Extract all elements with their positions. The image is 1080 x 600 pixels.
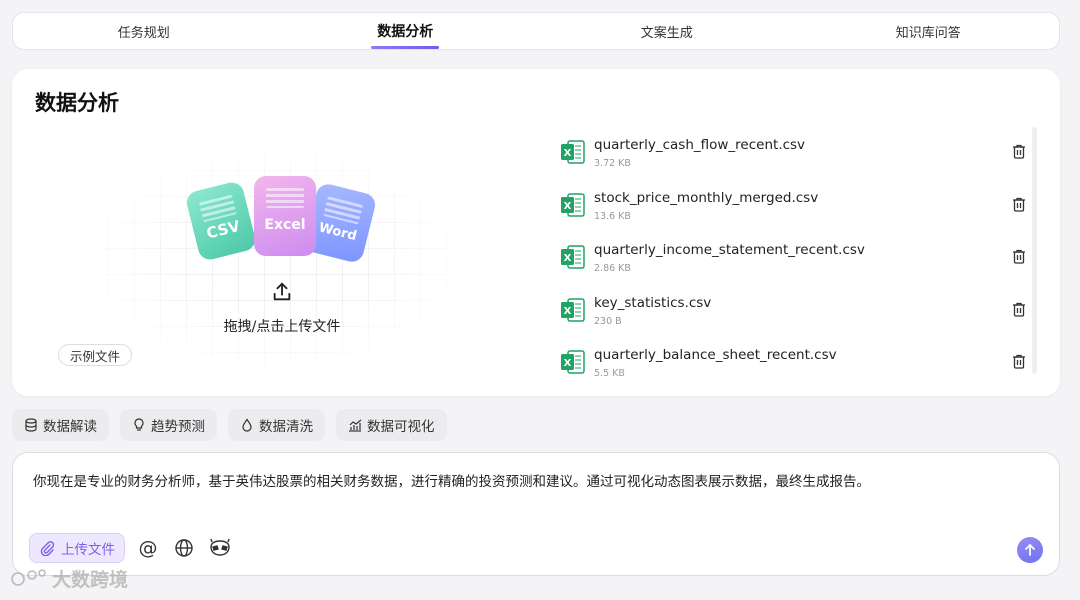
upload-instruction: 拖拽/点击上传文件 bbox=[223, 319, 341, 335]
watermark-logo-icon bbox=[11, 568, 46, 586]
excel-art-label: Excel bbox=[264, 217, 306, 233]
list-item: X stock_price_monthly_merged.csv 13.6 KB bbox=[558, 184, 1033, 237]
upload-icon bbox=[271, 281, 293, 307]
file-size: 5.5 KB bbox=[594, 368, 625, 379]
trash-icon[interactable] bbox=[1012, 144, 1026, 159]
file-size: 2.86 KB bbox=[594, 263, 631, 274]
csv-art-label: CSV bbox=[204, 216, 242, 243]
tool-data-visualization[interactable]: 数据可视化 bbox=[336, 409, 447, 441]
tab-copywriting[interactable]: 文案生成 bbox=[536, 13, 798, 49]
trash-icon[interactable] bbox=[1012, 302, 1026, 317]
file-types-illustration: CSV Excel Word bbox=[182, 174, 382, 274]
file-name: quarterly_cash_flow_recent.csv bbox=[594, 137, 806, 153]
upload-file-label: 上传文件 bbox=[61, 542, 115, 558]
prompt-textarea[interactable]: 你现在是专业的财务分析师，基于英伟达股票的相关财务数据，进行精确的投资预测和建议… bbox=[33, 472, 1033, 492]
sample-files-button[interactable]: 示例文件 bbox=[58, 344, 133, 366]
tab-knowledge-qa[interactable]: 知识库问答 bbox=[798, 13, 1060, 49]
lightbulb-icon bbox=[134, 418, 144, 431]
paperclip-icon bbox=[40, 541, 55, 556]
file-size: 13.6 KB bbox=[594, 210, 631, 222]
svg-text:X: X bbox=[564, 253, 572, 264]
excel-icon: X bbox=[561, 297, 585, 322]
svg-text:X: X bbox=[564, 358, 572, 369]
watermark-text: 大数跨境 bbox=[52, 569, 129, 591]
excel-file-icon: Excel bbox=[254, 176, 316, 256]
svg-text:X: X bbox=[564, 201, 572, 212]
prompt-input-panel: 你现在是专业的财务分析师，基于英伟达股票的相关财务数据，进行精确的投资预测和建议… bbox=[12, 452, 1060, 576]
file-upload-dropzone[interactable]: CSV Excel Word 拖拽/点击上传文件 bbox=[82, 144, 472, 374]
arrow-up-icon bbox=[1025, 544, 1035, 556]
tab-label: 任务规划 bbox=[117, 25, 170, 41]
tool-data-cleaning[interactable]: 数据清洗 bbox=[228, 409, 325, 441]
chart-icon bbox=[349, 419, 362, 432]
tab-label: 文案生成 bbox=[640, 25, 693, 41]
file-list-scrollbar[interactable] bbox=[1032, 127, 1037, 374]
at-mention-icon[interactable]: @ bbox=[135, 535, 161, 561]
top-tab-bar: 任务规划 数据分析 文案生成 知识库问答 bbox=[12, 12, 1060, 50]
file-size: 3.72 KB bbox=[594, 158, 631, 169]
list-item: X quarterly_balance_sheet_recent.csv 5.5… bbox=[558, 341, 1033, 394]
data-analysis-card: 数据分析 CSV Excel Word 拖拽/点击上传文件 示例文件 X qua… bbox=[12, 69, 1060, 396]
file-name: quarterly_income_statement_recent.csv bbox=[594, 242, 865, 258]
file-name: stock_price_monthly_merged.csv bbox=[594, 189, 819, 206]
active-tab-indicator bbox=[371, 46, 440, 49]
tool-label: 数据可视化 bbox=[367, 419, 435, 435]
svg-text:X: X bbox=[564, 306, 572, 317]
tool-label: 趋势预测 bbox=[151, 419, 205, 435]
quick-tools-bar: 数据解读 趋势预测 数据清洗 数据可视化 bbox=[12, 409, 447, 441]
upload-file-button[interactable]: 上传文件 bbox=[29, 533, 125, 563]
database-icon bbox=[25, 418, 37, 432]
excel-icon: X bbox=[561, 192, 585, 217]
agent-mask-icon[interactable] bbox=[207, 535, 233, 561]
tool-label: 数据解读 bbox=[43, 419, 97, 435]
list-item: X quarterly_income_statement_recent.csv … bbox=[558, 236, 1033, 289]
input-toolbar: 上传文件 @ bbox=[29, 533, 233, 563]
excel-icon: X bbox=[561, 245, 585, 269]
tab-task-planning[interactable]: 任务规划 bbox=[13, 13, 275, 49]
file-size: 230 B bbox=[594, 315, 622, 327]
word-art-label: Word bbox=[317, 219, 359, 244]
tab-label: 知识库问答 bbox=[895, 25, 961, 41]
tool-data-interpretation[interactable]: 数据解读 bbox=[12, 409, 109, 441]
trash-icon[interactable] bbox=[1012, 249, 1026, 264]
list-item: X key_statistics.csv 230 B bbox=[558, 289, 1033, 342]
trash-icon[interactable] bbox=[1012, 197, 1026, 212]
svg-text:X: X bbox=[564, 148, 572, 159]
file-name: key_statistics.csv bbox=[594, 294, 712, 311]
card-title: 数据分析 bbox=[35, 91, 119, 115]
excel-icon: X bbox=[561, 140, 585, 164]
tool-trend-prediction[interactable]: 趋势预测 bbox=[120, 409, 217, 441]
watermark: 大数跨境 bbox=[8, 565, 128, 592]
list-item: X quarterly_cash_flow_recent.csv 3.72 KB bbox=[558, 131, 1033, 184]
tool-label: 数据清洗 bbox=[259, 419, 313, 435]
tab-label: 数据分析 bbox=[377, 24, 434, 40]
csv-file-icon: CSV bbox=[184, 180, 258, 262]
trash-icon[interactable] bbox=[1012, 354, 1026, 369]
uploaded-file-list: X quarterly_cash_flow_recent.csv 3.72 KB… bbox=[558, 131, 1033, 394]
tab-data-analysis[interactable]: 数据分析 bbox=[275, 13, 537, 49]
excel-icon: X bbox=[561, 350, 585, 374]
send-button[interactable] bbox=[1017, 537, 1043, 563]
droplet-icon bbox=[242, 418, 252, 432]
file-name: quarterly_balance_sheet_recent.csv bbox=[594, 347, 837, 363]
globe-icon[interactable] bbox=[171, 535, 197, 561]
